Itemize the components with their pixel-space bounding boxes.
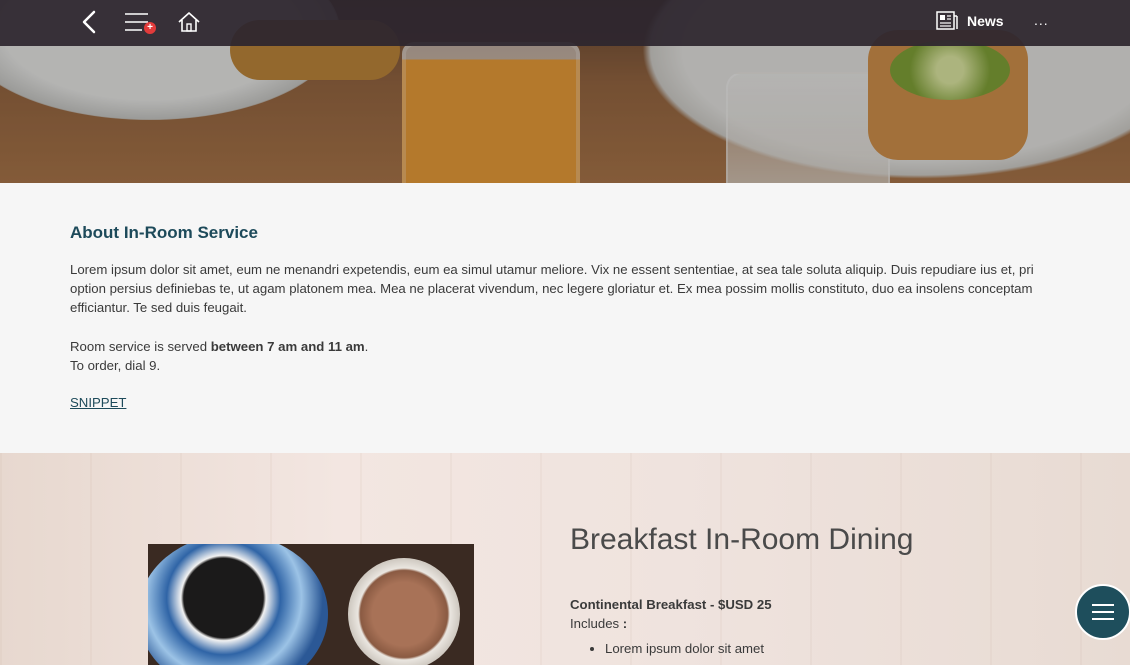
hamburger-line xyxy=(1092,611,1114,613)
hours-bold: between 7 am and 11 am xyxy=(210,339,365,354)
hamburger-line xyxy=(1092,604,1114,606)
coffee-pot-shape xyxy=(148,544,328,665)
includes-colon: : xyxy=(622,616,628,631)
menu-badge: + xyxy=(144,22,156,34)
about-section: About In-Room Service Lorem ipsum dolor … xyxy=(0,183,1130,453)
hours-prefix: Room service is served xyxy=(70,339,211,354)
list-item: Lorem ipsum dolor sit amet xyxy=(605,641,764,656)
home-button[interactable] xyxy=(176,8,202,36)
breakfast-section: Breakfast In-Room Dining Continental Bre… xyxy=(0,453,1130,665)
hamburger-line xyxy=(1092,618,1114,620)
menu-item-title: Continental Breakfast - $USD 25 xyxy=(570,597,772,612)
home-icon xyxy=(178,12,200,32)
hours-suffix: . xyxy=(364,339,369,354)
news-button[interactable]: News xyxy=(936,10,1004,32)
cocoa-cup-shape xyxy=(348,558,460,665)
newspaper-icon xyxy=(936,11,958,30)
more-button[interactable]: ... xyxy=(1034,12,1049,28)
includes-label: Includes : xyxy=(570,616,627,631)
top-navigation-bar: + News ... xyxy=(0,0,1130,46)
service-hours: Room service is served between 7 am and … xyxy=(70,337,368,375)
includes-list: Lorem ipsum dolor sit amet xyxy=(570,641,764,656)
snippet-link[interactable]: SNIPPET xyxy=(70,395,126,410)
floating-menu-button[interactable] xyxy=(1075,584,1130,640)
breakfast-title: Breakfast In-Room Dining xyxy=(570,523,914,556)
section-title: About In-Room Service xyxy=(70,223,258,242)
order-text: To order, dial 9. xyxy=(70,358,161,373)
includes-text: Includes xyxy=(570,616,620,631)
about-paragraph: Lorem ipsum dolor sit amet, eum ne menan… xyxy=(70,262,1034,315)
breakfast-photo xyxy=(148,544,474,665)
news-label: News xyxy=(967,13,1004,29)
back-button[interactable] xyxy=(78,8,100,36)
chevron-left-icon xyxy=(82,10,96,34)
